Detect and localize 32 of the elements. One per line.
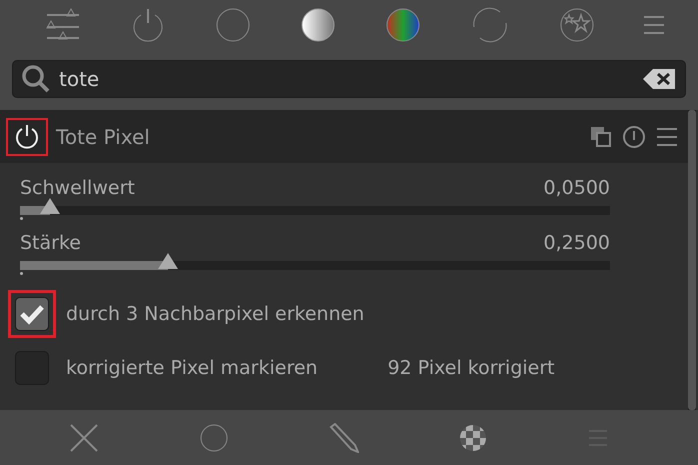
scrollbar[interactable]	[688, 110, 696, 410]
clear-icon[interactable]	[643, 67, 677, 91]
stars-icon	[558, 7, 594, 43]
slider-thumb[interactable]	[40, 198, 60, 214]
close-icon[interactable]	[70, 424, 98, 452]
slider-track[interactable]	[20, 206, 610, 215]
slider-value: 0,2500	[544, 232, 610, 254]
slider-label: Schwellwert	[20, 177, 135, 199]
gradient-circle-icon	[300, 7, 336, 43]
default-marker	[20, 272, 23, 275]
menu-icon[interactable]	[642, 13, 666, 37]
checkbox[interactable]	[15, 297, 49, 331]
slider-thumb[interactable]	[158, 253, 178, 269]
circle-icon	[214, 7, 250, 43]
default-marker	[20, 217, 23, 220]
module-power-button[interactable]	[6, 118, 48, 156]
slider-track[interactable]	[20, 261, 610, 270]
search-icon	[21, 64, 51, 94]
menu-icon[interactable]	[656, 126, 678, 148]
color-circle-icon	[384, 7, 420, 43]
slider-label: Stärke	[20, 232, 81, 254]
checkbox-label: korrigierte Pixel markieren	[66, 357, 318, 379]
info-icon[interactable]	[622, 124, 646, 148]
slider-value: 0,0500	[544, 177, 610, 199]
sliders-icon	[44, 8, 80, 42]
circle-icon[interactable]	[198, 422, 229, 452]
pencil-icon[interactable]	[328, 422, 359, 452]
status-text: 92 Pixel korrigiert	[388, 357, 555, 379]
checkbox-label: durch 3 Nachbarpixel erkennen	[66, 303, 364, 325]
duplicate-icon[interactable]	[590, 126, 612, 148]
search-field[interactable]: tote	[12, 60, 686, 98]
module-title: Tote Pixel	[56, 124, 151, 148]
